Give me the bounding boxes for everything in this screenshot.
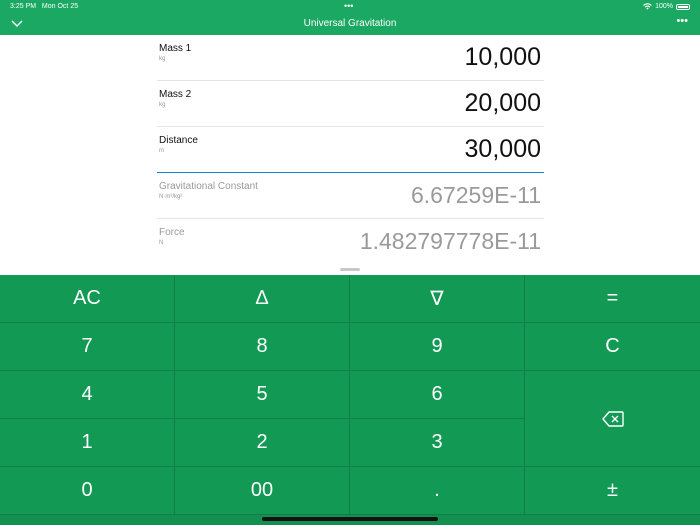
field-distance[interactable]: Distance m 30,000 — [157, 127, 544, 173]
key-5[interactable]: 5 — [175, 371, 350, 419]
status-time: 3:25 PM Mon Oct 25 — [10, 3, 79, 10]
key-equals[interactable]: = — [525, 275, 700, 323]
field-unit: m — [159, 148, 164, 154]
status-bar: 3:25 PM Mon Oct 25 ••• 100% — [0, 0, 700, 14]
field-unit: kg — [159, 102, 166, 108]
key-clear[interactable]: C — [525, 323, 700, 371]
key-decimal[interactable]: . — [350, 467, 525, 515]
field-label: Mass 1 — [159, 43, 192, 54]
key-up[interactable]: ∆ — [175, 275, 350, 323]
field-value[interactable]: 6.67259E-11 — [411, 182, 541, 209]
multitasking-dots-icon[interactable]: ••• — [344, 1, 353, 11]
input-fields: Mass 1 kg 10,000 Mass 2 kg 20,000 Distan… — [157, 35, 544, 265]
home-indicator[interactable] — [262, 517, 438, 521]
key-3[interactable]: 3 — [350, 419, 525, 467]
field-force[interactable]: Force N 1.482797778E-11 — [157, 219, 544, 265]
field-value[interactable]: 1.482797778E-11 — [360, 228, 541, 255]
key-2[interactable]: 2 — [175, 419, 350, 467]
field-value[interactable]: 30,000 — [465, 135, 541, 164]
field-value[interactable]: 10,000 — [465, 43, 541, 72]
keypad: AC ∆ ∇ = 7 8 9 C 4 5 6 1 2 3 0 00 . ± — [0, 275, 700, 525]
more-options-icon[interactable]: ••• — [676, 15, 688, 27]
field-value[interactable]: 20,000 — [465, 89, 541, 118]
field-unit: N — [159, 240, 164, 246]
key-8[interactable]: 8 — [175, 323, 350, 371]
page-title: Universal Gravitation — [303, 18, 397, 29]
field-mass-1[interactable]: Mass 1 kg 10,000 — [157, 35, 544, 81]
field-label: Force — [159, 227, 185, 238]
drag-handle[interactable] — [340, 268, 360, 271]
key-00[interactable]: 00 — [175, 467, 350, 515]
key-down[interactable]: ∇ — [350, 275, 525, 323]
field-label: Distance — [159, 135, 198, 146]
key-6[interactable]: 6 — [350, 371, 525, 419]
key-plus-minus[interactable]: ± — [525, 467, 700, 515]
field-unit: N·m²/kg² — [159, 194, 183, 200]
backspace-icon — [601, 410, 624, 427]
key-ac[interactable]: AC — [0, 275, 175, 323]
field-label: Mass 2 — [159, 89, 192, 100]
field-unit: kg — [159, 56, 166, 62]
key-4[interactable]: 4 — [0, 371, 175, 419]
key-1[interactable]: 1 — [0, 419, 175, 467]
key-9[interactable]: 9 — [350, 323, 525, 371]
key-0[interactable]: 0 — [0, 467, 175, 515]
nav-bar: Universal Gravitation ••• — [0, 14, 700, 35]
key-backspace[interactable] — [525, 371, 700, 467]
key-7[interactable]: 7 — [0, 323, 175, 371]
wifi-icon — [643, 3, 652, 10]
field-gravitational-constant[interactable]: Gravitational Constant N·m²/kg² 6.67259E… — [157, 173, 544, 219]
battery-percent: 100% — [655, 3, 673, 10]
battery-icon — [676, 3, 690, 10]
field-label: Gravitational Constant — [159, 181, 258, 192]
field-mass-2[interactable]: Mass 2 kg 20,000 — [157, 81, 544, 127]
status-right: 100% — [643, 3, 690, 10]
